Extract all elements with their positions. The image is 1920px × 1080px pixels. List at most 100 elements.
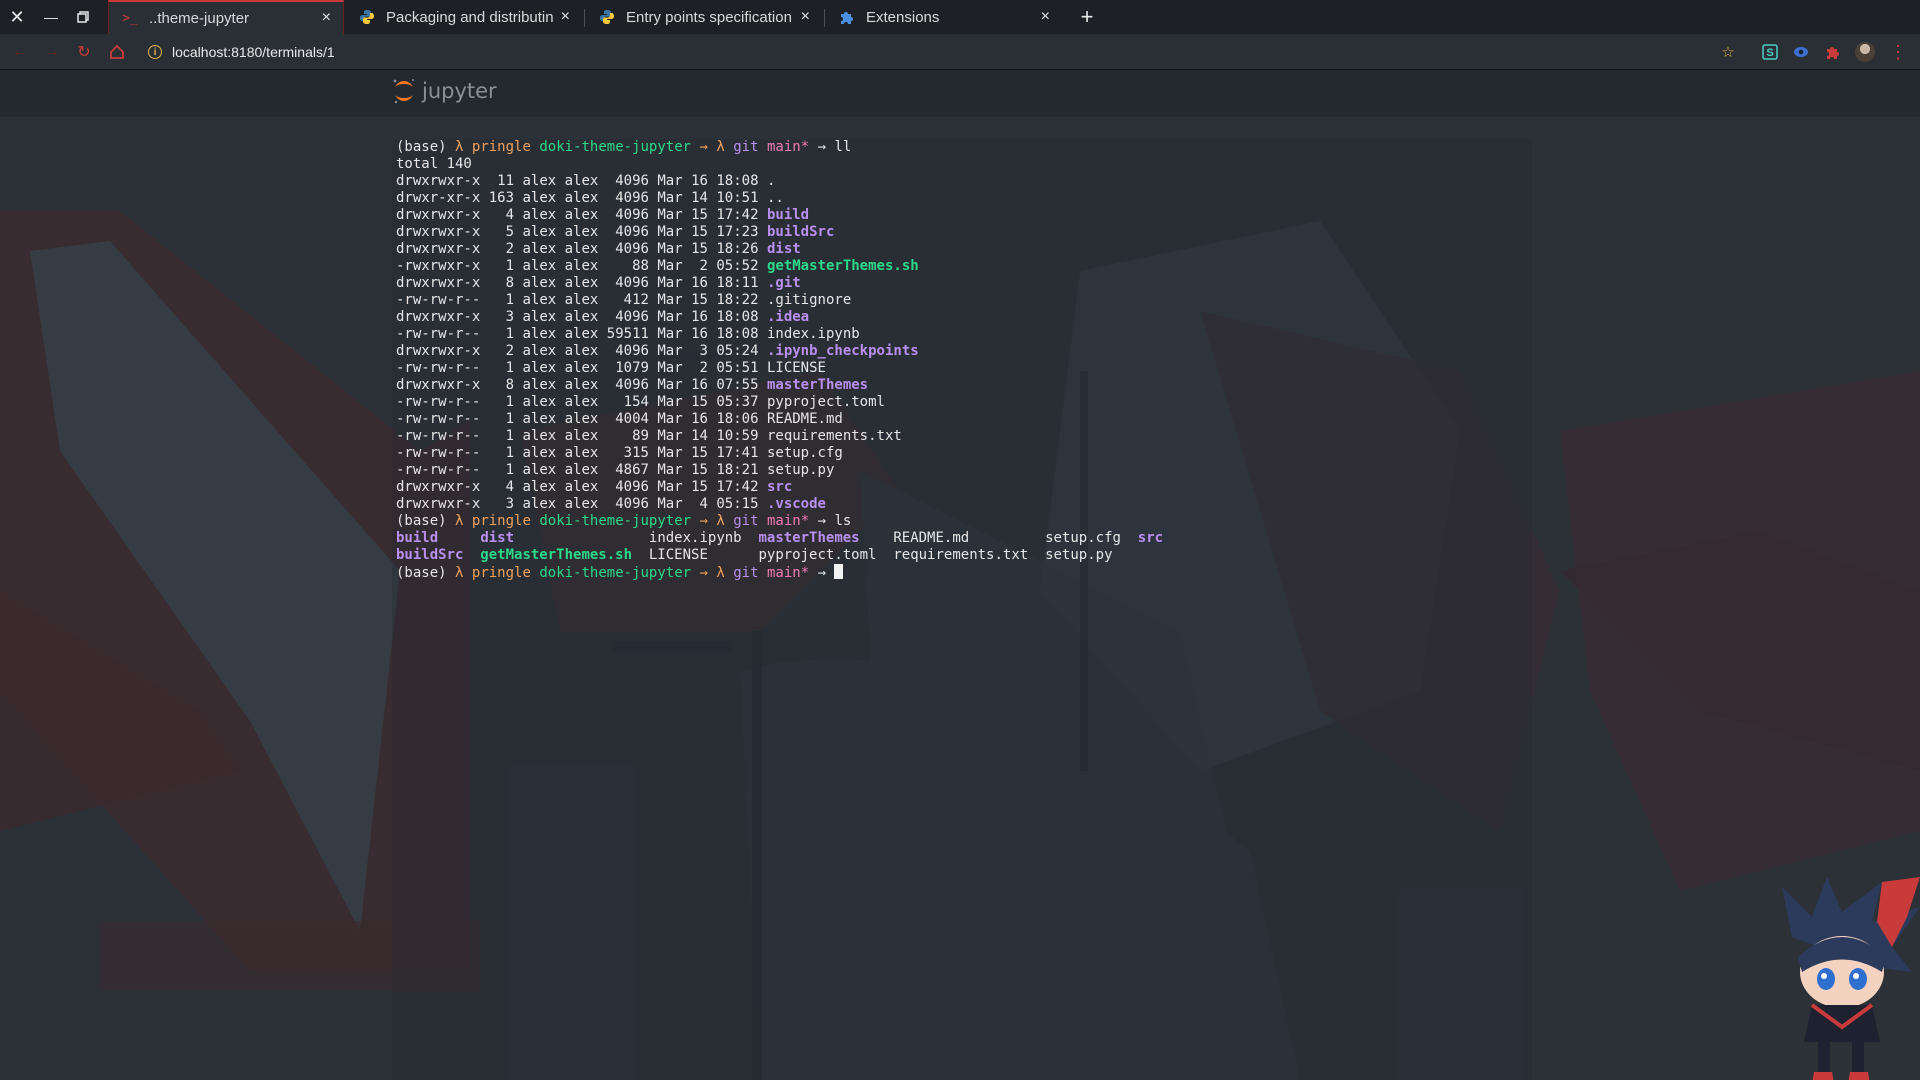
extension-shield-button[interactable] (1791, 42, 1811, 62)
listing-row: drwxrwxr-x 11 alex alex 4096 Mar 16 18:0… (396, 173, 1163, 190)
ls-row: buildSrc getMasterThemes.sh LICENSE pypr… (396, 547, 1163, 564)
file-size: 4096 (606, 377, 649, 393)
file-name: .vscode (766, 496, 826, 512)
tab-close-button[interactable]: × (561, 8, 570, 26)
file-date: Mar 16 07:55 (657, 377, 759, 393)
file-name: build (396, 530, 439, 546)
forward-button[interactable]: → (42, 42, 62, 62)
tab-packaging[interactable]: Packaging and distributin × (346, 0, 582, 34)
python-icon (598, 9, 616, 25)
close-icon: ✕ (9, 6, 25, 27)
file-owner: alex (522, 326, 557, 342)
file-owner: alex (522, 445, 557, 461)
prompt-user: pringle (471, 139, 531, 155)
file-owner: alex (522, 462, 557, 478)
listing-row: -rw-rw-r-- 1 alex alex 4004 Mar 16 18:06… (396, 411, 1163, 428)
file-name: pyproject.toml (758, 547, 877, 563)
tab-theme-jupyter[interactable]: >_ ..theme-jupyter × (108, 0, 344, 34)
info-icon[interactable]: i (148, 45, 162, 59)
profile-button[interactable] (1855, 42, 1875, 62)
listing-row: drwxrwxr-x 4 alex alex 4096 Mar 15 17:42… (396, 479, 1163, 496)
file-group: alex (564, 462, 599, 478)
file-owner: alex (522, 411, 557, 427)
file-size: 4004 (606, 411, 649, 427)
tab-close-button[interactable]: × (1041, 8, 1050, 26)
file-date: Mar 16 18:06 (657, 411, 759, 427)
file-owner: alex (522, 224, 557, 240)
file-name: src (766, 479, 793, 495)
file-size: 4096 (606, 207, 649, 223)
home-icon (110, 44, 124, 59)
tab-close-button[interactable]: × (801, 8, 810, 26)
reload-button[interactable]: ↻ (74, 42, 94, 62)
file-date: Mar 3 05:24 (657, 343, 759, 359)
terminal-output[interactable]: (base) λ pringle doki-theme-jupyter → λ … (396, 139, 1163, 581)
file-links: 5 (488, 224, 515, 240)
jupyter-logo[interactable]: jupyter (392, 77, 497, 105)
file-group: alex (564, 292, 599, 308)
file-name: README.md (893, 530, 970, 546)
file-owner: alex (522, 258, 557, 274)
file-links: 1 (488, 326, 515, 342)
prompt-branch: main* (766, 565, 810, 581)
ls-row: build dist index.ipynb masterThemes READ… (396, 530, 1163, 547)
file-owner: alex (522, 496, 557, 512)
prompt-arrow: → (817, 513, 827, 529)
bookmark-star-button[interactable]: ☆ (1718, 42, 1738, 62)
file-name: setup.cfg (1045, 530, 1121, 546)
file-name: index.ipynb (648, 530, 742, 546)
prompt-lambda: λ (455, 513, 464, 529)
close-window-button[interactable]: ✕ (0, 0, 34, 34)
file-owner: alex (522, 241, 557, 257)
file-size: 4096 (606, 479, 649, 495)
file-name: .ipynb_checkpoints (766, 343, 919, 359)
file-links: 1 (488, 462, 515, 478)
file-owner: alex (522, 479, 557, 495)
file-permissions: drwxrwxr-x (396, 241, 481, 257)
prompt-directory: doki-theme-jupyter (539, 513, 692, 529)
s-extension-icon: S (1762, 44, 1778, 60)
file-date: Mar 15 17:23 (657, 224, 759, 240)
star-icon: ☆ (1721, 44, 1735, 61)
file-links: 163 (488, 190, 515, 206)
new-tab-button[interactable]: + (1072, 0, 1102, 34)
listing-row: -rw-rw-r-- 1 alex alex 154 Mar 15 05:37 … (396, 394, 1163, 411)
file-name: buildSrc (766, 224, 835, 240)
listing-row: -rw-rw-r-- 1 alex alex 4867 Mar 15 18:21… (396, 462, 1163, 479)
file-permissions: -rw-rw-r-- (396, 326, 481, 342)
prompt-line: (base) λ pringle doki-theme-jupyter → λ … (396, 513, 1163, 530)
arrow-right-icon: → (44, 43, 60, 60)
restore-window-button[interactable] (66, 0, 100, 34)
file-size: 4096 (606, 496, 649, 512)
home-button[interactable] (107, 42, 127, 62)
tab-extensions[interactable]: Extensions × (826, 0, 1062, 34)
back-button[interactable]: ← (10, 42, 30, 62)
file-group: alex (564, 309, 599, 325)
file-group: alex (564, 445, 599, 461)
file-group: alex (564, 224, 599, 240)
puzzle-icon (838, 9, 856, 25)
file-links: 1 (488, 411, 515, 427)
file-group: alex (564, 190, 599, 206)
file-owner: alex (522, 343, 557, 359)
file-name: index.ipynb (766, 326, 860, 342)
listing-row: -rwxrwxr-x 1 alex alex 88 Mar 2 05:52 ge… (396, 258, 1163, 275)
file-name: dist (766, 241, 801, 257)
file-date: Mar 15 18:22 (657, 292, 759, 308)
file-size: 4096 (606, 173, 649, 189)
extension-s-button[interactable]: S (1760, 42, 1780, 62)
browser-menu-button[interactable]: ⋮ (1888, 42, 1908, 62)
file-group: alex (564, 258, 599, 274)
prompt-branch: main* (766, 139, 810, 155)
extension-puzzle-button[interactable] (1823, 42, 1843, 62)
file-links: 11 (488, 173, 515, 189)
minimize-window-button[interactable]: — (34, 0, 68, 34)
tab-title: ..theme-jupyter (149, 9, 250, 27)
address-bar[interactable]: i localhost:8180/terminals/1 (148, 41, 335, 63)
file-group: alex (564, 360, 599, 376)
file-name: LICENSE (648, 547, 708, 563)
tab-close-button[interactable]: × (322, 9, 331, 27)
file-size: 4096 (606, 241, 649, 257)
tab-entry-points[interactable]: Entry points specification × (586, 0, 822, 34)
file-permissions: drwxrwxr-x (396, 309, 481, 325)
